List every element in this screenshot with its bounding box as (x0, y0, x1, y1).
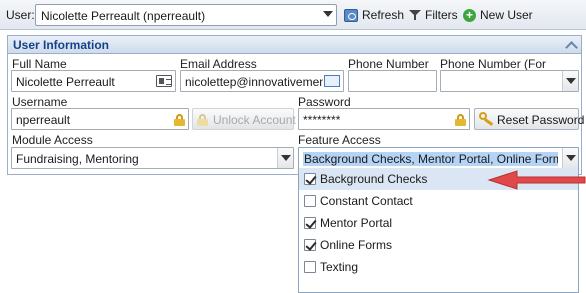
username-field[interactable]: nperreault (11, 108, 189, 130)
unlock-account-label: Unlock Account (213, 113, 296, 127)
full-name-label: Full Name (12, 57, 67, 71)
option-label: Background Checks (320, 172, 428, 186)
annotation-arrow-icon (487, 170, 586, 190)
module-access-select[interactable]: Fundraising, Mentoring (11, 147, 294, 169)
chevron-down-icon[interactable] (562, 148, 578, 168)
toolbar: User: Nicolette Perreault (nperreault) R… (0, 0, 586, 30)
user-select-value: Nicolette Perreault (nperreault) (41, 9, 206, 23)
chevron-down-icon[interactable] (562, 71, 578, 91)
password-label: Password (298, 95, 351, 109)
email-field[interactable]: nicolettep@innovativementor (180, 70, 344, 92)
collapse-icon[interactable] (565, 41, 578, 54)
module-access-value: Fundraising, Mentoring (16, 152, 139, 166)
filters-button[interactable]: Filters (409, 8, 458, 22)
feature-option-mentor-portal[interactable]: Mentor Portal (299, 212, 578, 234)
password-field[interactable]: ******** (298, 108, 470, 130)
lock-icon (455, 114, 466, 126)
feature-option-online-forms[interactable]: Online Forms (299, 234, 578, 256)
checkbox[interactable] (304, 239, 316, 251)
checkbox[interactable] (304, 195, 316, 207)
panel-header: User Information (8, 36, 581, 54)
lock-icon (197, 114, 208, 126)
username-value: nperreault (16, 113, 71, 127)
module-access-label: Module Access (12, 133, 93, 147)
email-label: Email Address (180, 57, 257, 71)
key-icon (479, 112, 495, 126)
email-value: nicolettep@innovativementor (185, 75, 323, 89)
option-label: Constant Contact (320, 194, 413, 208)
checkbox[interactable] (304, 261, 316, 273)
feature-option-texting[interactable]: Texting (299, 256, 578, 278)
password-value: ******** (303, 113, 341, 127)
mail-icon[interactable] (324, 75, 340, 87)
user-label: User: (6, 8, 35, 22)
feature-access-select[interactable]: Background Checks, Mentor Portal, Online… (298, 147, 579, 169)
phone-texting-select[interactable] (440, 70, 579, 92)
unlock-account-button[interactable]: Unlock Account (192, 108, 296, 130)
feature-access-value: Background Checks, Mentor Portal, Online… (303, 152, 558, 166)
panel-title: User Information (13, 38, 110, 52)
contact-card-icon (156, 75, 172, 87)
option-label: Mentor Portal (320, 216, 393, 230)
username-label: Username (12, 95, 68, 109)
new-user-button[interactable]: + New User (463, 8, 533, 22)
checkbox[interactable] (304, 173, 316, 185)
filter-icon (409, 9, 421, 21)
plus-icon: + (463, 8, 476, 22)
lock-icon (174, 114, 185, 126)
refresh-label: Refresh (362, 8, 405, 22)
checkbox[interactable] (304, 217, 316, 229)
chevron-down-icon[interactable] (277, 148, 293, 168)
user-select[interactable]: Nicolette Perreault (nperreault) (35, 4, 337, 26)
option-label: Online Forms (320, 238, 393, 252)
refresh-icon (344, 8, 358, 22)
filters-label: Filters (425, 8, 458, 22)
full-name-value: Nicolette Perreault (16, 75, 115, 89)
new-user-label: New User (480, 8, 533, 22)
phone-label: Phone Number (348, 57, 429, 71)
phone-field[interactable] (348, 70, 437, 92)
feature-option-constant-contact[interactable]: Constant Contact (299, 190, 578, 212)
feature-access-label: Feature Access (298, 133, 381, 147)
reset-password-label: Reset Password (497, 113, 585, 127)
refresh-button[interactable]: Refresh (344, 8, 404, 22)
full-name-field[interactable]: Nicolette Perreault (11, 70, 176, 92)
chevron-down-icon[interactable] (323, 11, 333, 17)
option-label: Texting (320, 260, 359, 274)
reset-password-button[interactable]: Reset Password (474, 108, 584, 130)
